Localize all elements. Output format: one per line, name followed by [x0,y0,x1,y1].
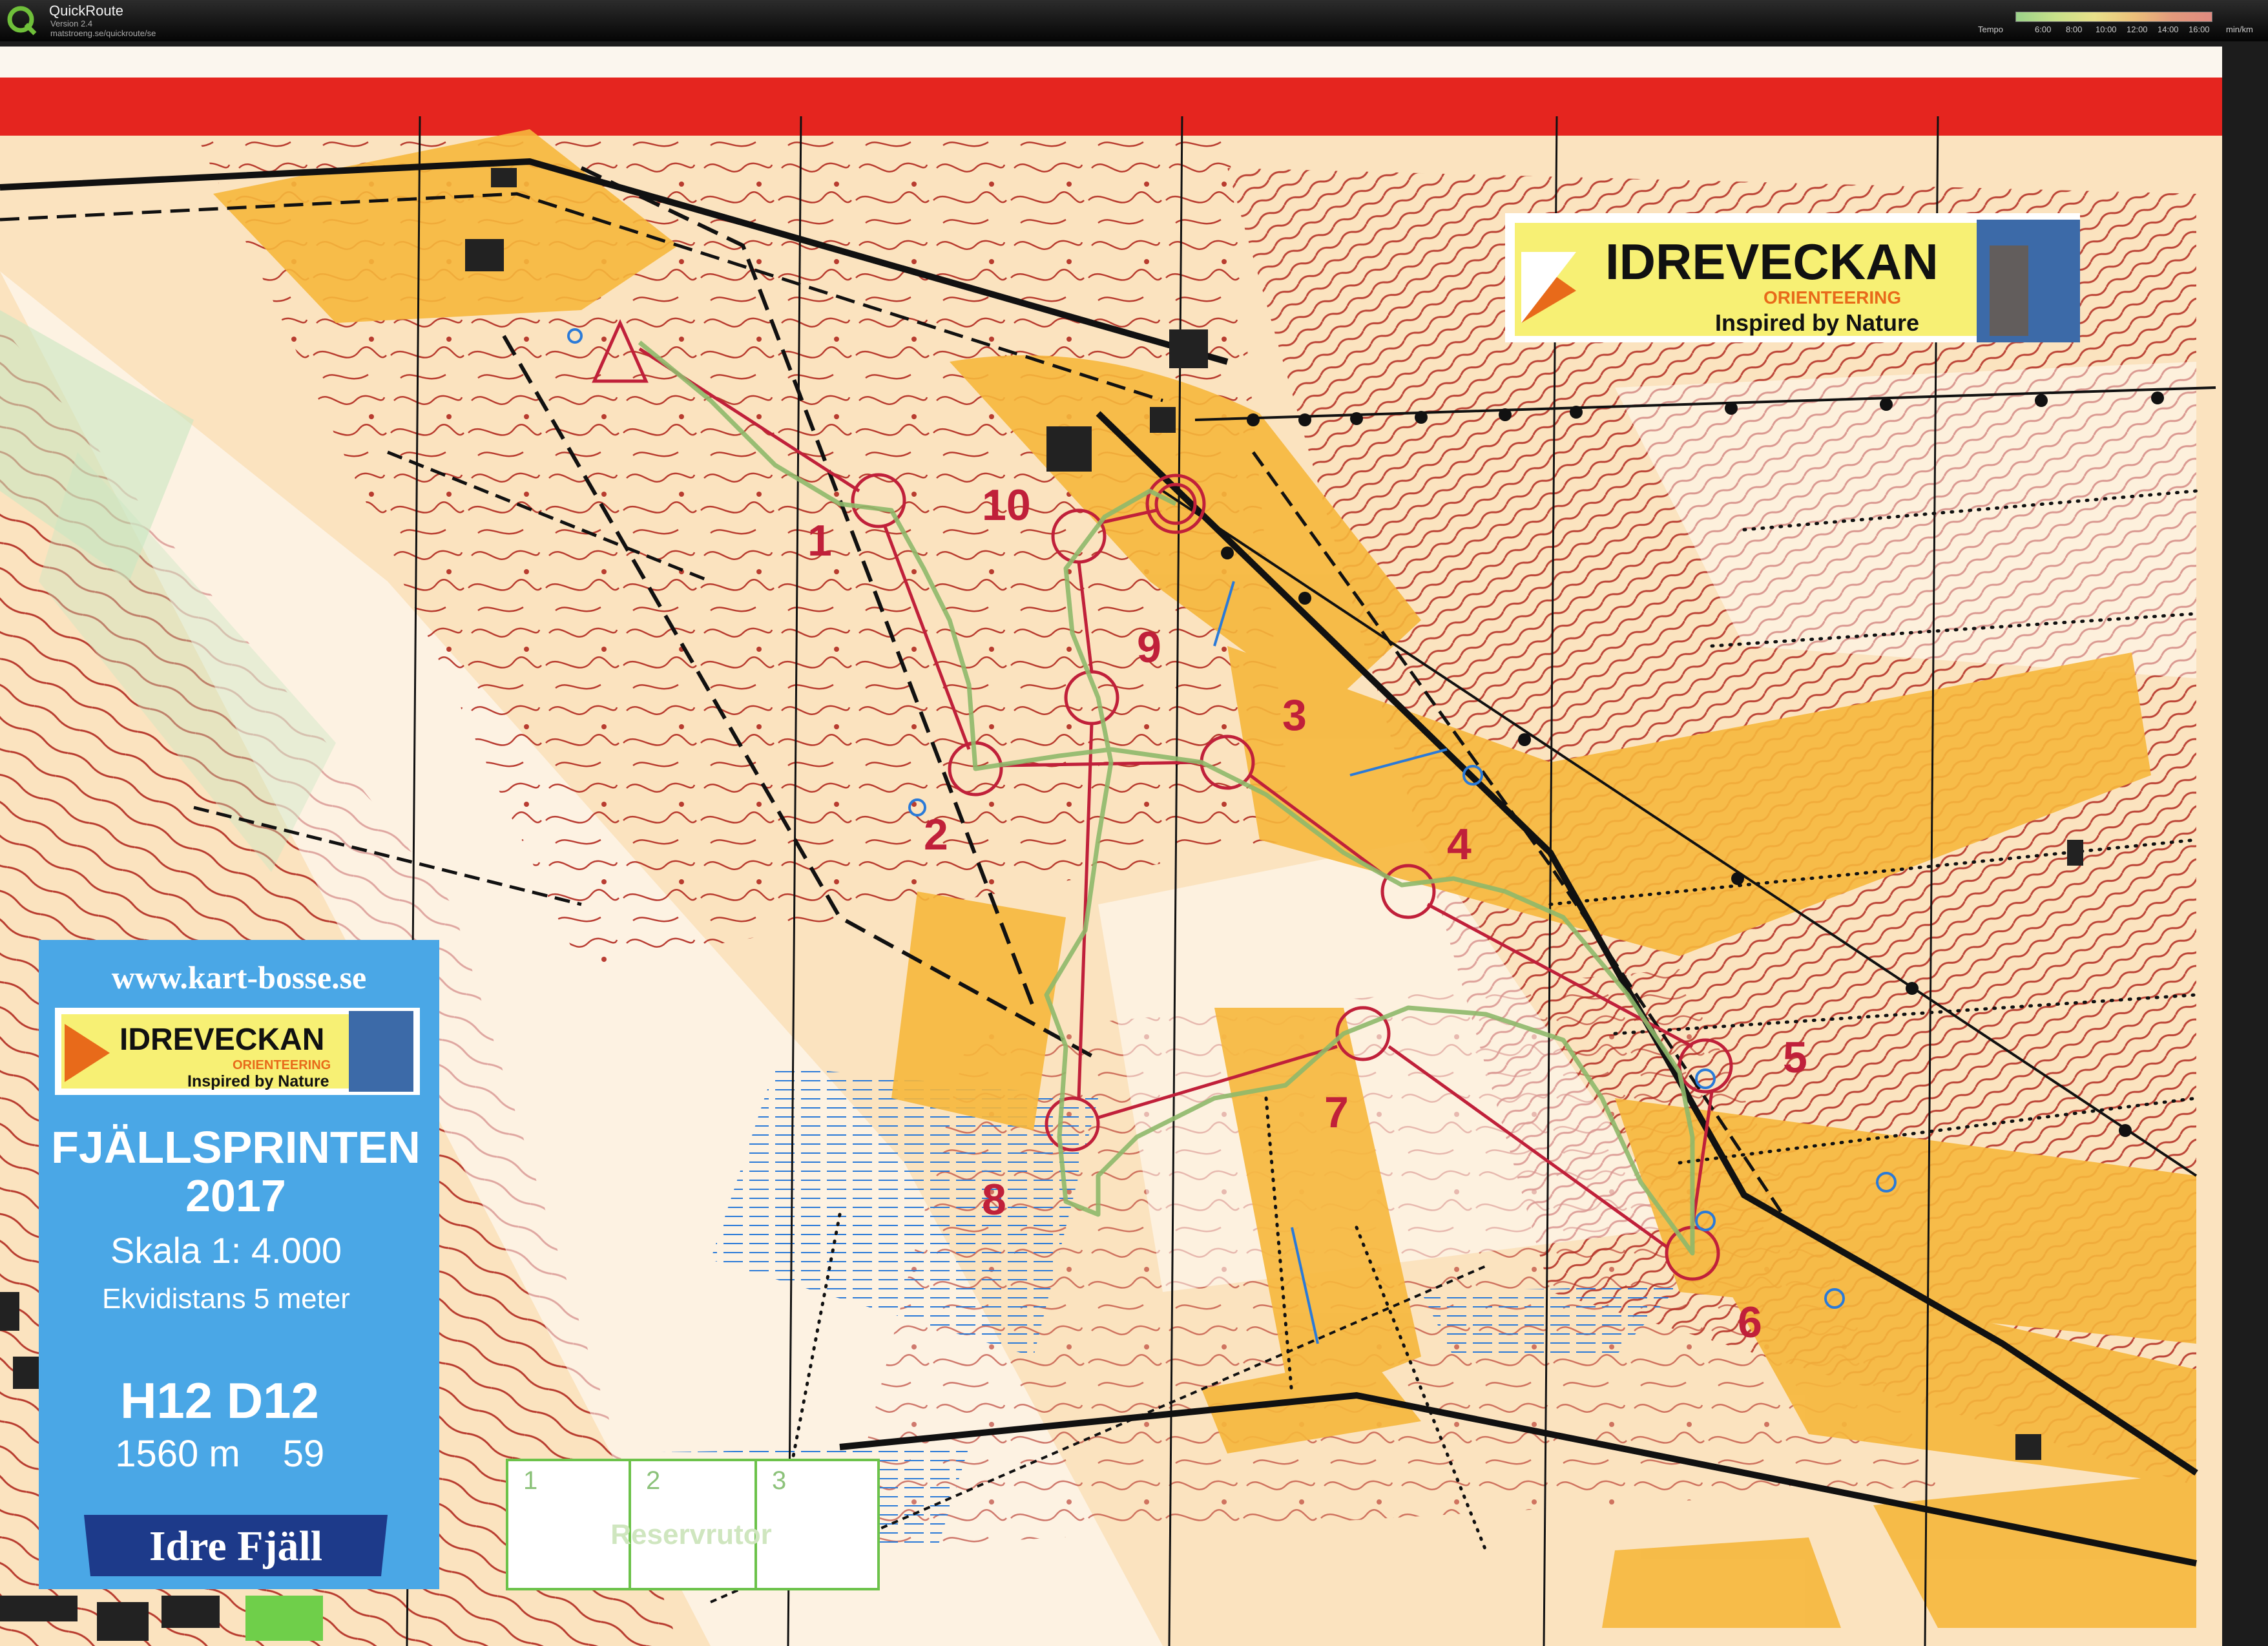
app-url: matstroeng.se/quickroute/se [50,28,156,38]
event-name: FJÄLLSPRINTEN [51,1122,421,1172]
title-bar: QuickRoute Version 2.4 matstroeng.se/qui… [0,0,2268,41]
control-number-9: 9 [1137,623,1161,672]
tempo-unit: min/km [2226,25,2253,34]
app-title: QuickRoute [49,3,123,19]
orienteering-map-view[interactable]: 1 2 3 4 5 6 7 8 9 10 IDREVECKAN ORIENTEE… [0,41,2268,1646]
course-length: 1560 m [115,1433,240,1475]
map-scale: Skala 1: 4.000 [110,1230,342,1271]
spare-boxes-label: Reservrutor [610,1519,771,1550]
control-number-8: 8 [982,1175,1006,1224]
sponsor-name: Idre Fjäll [149,1523,322,1570]
spare-box-2: 2 [646,1466,660,1495]
panel-logo-title: IDREVECKAN [120,1023,324,1057]
control-number-10: 10 [982,481,1031,530]
contour-interval: Ekvidistans 5 meter [102,1283,350,1315]
spare-box-1: 1 [523,1466,537,1495]
control-number-2: 2 [924,810,948,859]
tempo-tick: 8:00 [2066,25,2083,34]
tempo-tick: 10:00 [2096,25,2117,34]
course-classes: H12 D12 [120,1372,319,1429]
course-climb: 59 [283,1433,325,1475]
logo-title: IDREVECKAN [1605,233,1939,290]
quickroute-q-icon [7,6,37,36]
panel-logo-subtitle: ORIENTEERING [233,1058,331,1072]
control-number-4: 4 [1447,820,1472,869]
logo-subtitle: ORIENTEERING [1763,287,1901,307]
app-version: Version 2.4 [50,19,93,28]
tempo-tick: 14:00 [2158,25,2179,34]
event-year: 2017 [185,1171,286,1221]
control-number-3: 3 [1282,691,1307,740]
idreveckan-logo-top: IDREVECKAN ORIENTEERING Inspired by Natu… [1505,213,2080,342]
info-panel: www.kart-bosse.se IDREVECKAN ORIENTEERIN… [39,940,439,1589]
control-number-1: 1 [807,516,832,565]
tempo-label: Tempo [1978,25,2004,34]
control-number-7: 7 [1324,1088,1349,1137]
logo-slogan: Inspired by Nature [1715,309,1919,336]
control-number-6: 6 [1738,1298,1762,1347]
tempo-tick: 6:00 [2035,25,2052,34]
tempo-tick: 16:00 [2189,25,2210,34]
tempo-tick: 12:00 [2127,25,2148,34]
control-number-5: 5 [1783,1033,1807,1082]
tempo-color-scale[interactable] [2015,12,2212,22]
map-website: www.kart-bosse.se [112,959,366,995]
spare-boxes: 1 2 3 Reservrutor [506,1459,880,1590]
panel-logo-slogan: Inspired by Nature [187,1072,329,1090]
spare-box-3: 3 [772,1466,786,1495]
